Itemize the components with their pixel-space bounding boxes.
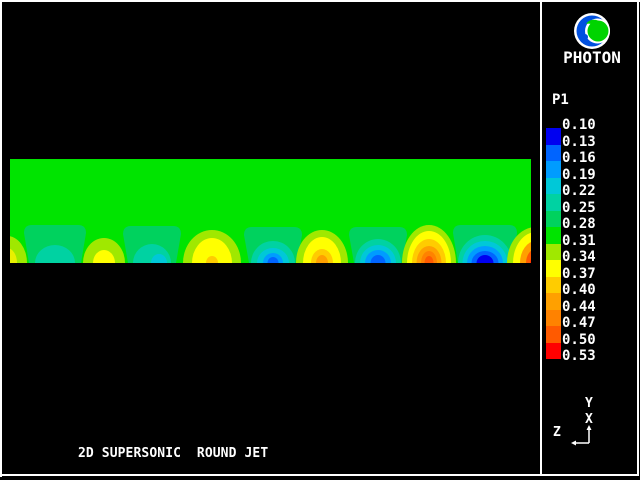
legend-swatch — [546, 326, 561, 343]
legend-swatch — [546, 145, 561, 162]
axis-arrows — [574, 428, 589, 443]
legend-value: 0.40 — [562, 282, 596, 299]
legend-value: 0.10 — [562, 117, 596, 134]
legend-swatch — [546, 227, 561, 244]
legend-swatch — [546, 310, 561, 327]
legend-variable-label: P1 — [552, 92, 569, 108]
legend-swatch — [546, 343, 561, 360]
legend-value: 0.16 — [562, 150, 596, 167]
legend-swatches — [546, 128, 561, 359]
legend-value: 0.31 — [562, 233, 596, 250]
legend-swatch — [546, 277, 561, 294]
legend-value: 0.13 — [562, 134, 596, 151]
legend-swatch — [546, 293, 561, 310]
photon-viewer-window: 2D SUPERSONIC ROUND JET PHOTON P1 0.100.… — [0, 0, 640, 480]
legend-value: 0.28 — [562, 216, 596, 233]
legend-value: 0.34 — [562, 249, 596, 266]
legend-swatch — [546, 260, 561, 277]
legend-swatch — [546, 161, 561, 178]
window-border-bottom — [0, 474, 639, 476]
window-border-left — [0, 0, 2, 477]
axis-label-z: Z — [553, 425, 561, 440]
axis-triad: Y X Z — [548, 388, 608, 452]
legend-value: 0.19 — [562, 167, 596, 184]
legend-swatch — [546, 128, 561, 145]
legend-value: 0.53 — [562, 348, 596, 365]
axis-label-x: X — [585, 412, 593, 427]
axis-label-y: Y — [585, 396, 593, 411]
legend-value: 0.25 — [562, 200, 596, 217]
legend-value: 0.22 — [562, 183, 596, 200]
legend-value: 0.44 — [562, 299, 596, 316]
app-name-label: PHOTON — [558, 48, 626, 67]
legend-value: 0.50 — [562, 332, 596, 349]
plot-title: 2D SUPERSONIC ROUND JET — [78, 446, 268, 461]
window-border-right — [637, 0, 639, 476]
legend-value: 0.37 — [562, 266, 596, 283]
legend-values: 0.100.130.160.190.220.250.280.310.340.37… — [562, 117, 596, 365]
window-border-top — [0, 0, 640, 2]
legend-swatch — [546, 194, 561, 211]
legend-swatch — [546, 244, 561, 261]
legend-swatch — [546, 211, 561, 228]
legend-swatch — [546, 178, 561, 195]
contour-plot — [10, 159, 531, 263]
legend-panel-divider — [540, 2, 542, 475]
legend-value: 0.47 — [562, 315, 596, 332]
